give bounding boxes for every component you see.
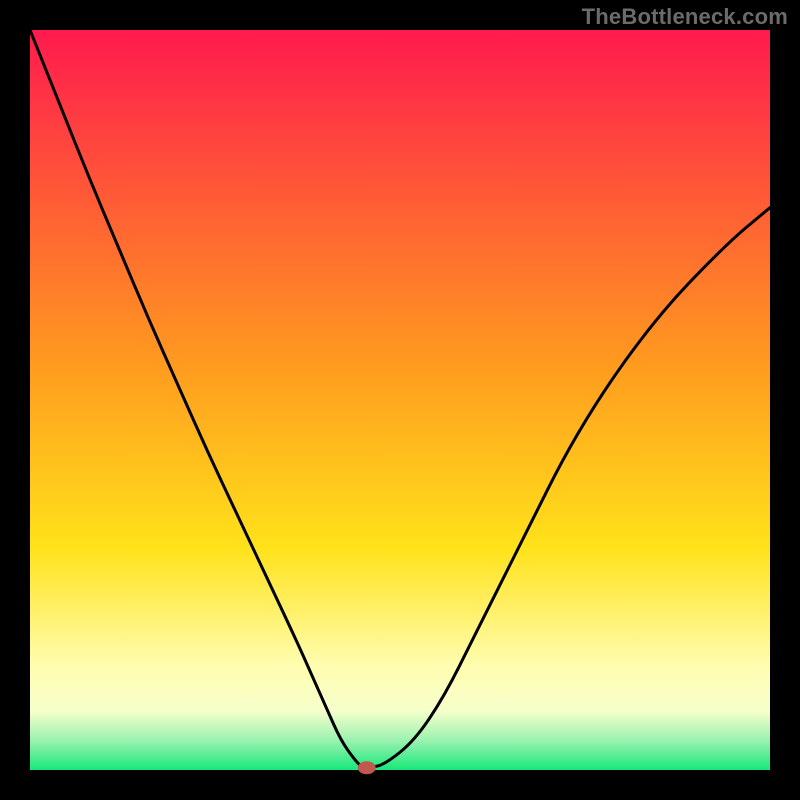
bottleneck-chart bbox=[0, 0, 800, 800]
plot-background bbox=[30, 30, 770, 770]
chart-frame: TheBottleneck.com bbox=[0, 0, 800, 800]
target-marker bbox=[358, 761, 376, 774]
